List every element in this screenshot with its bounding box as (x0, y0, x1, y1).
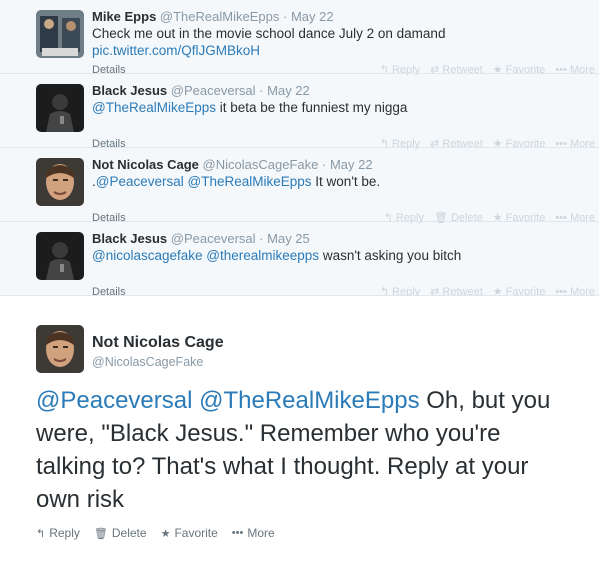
avatar[interactable] (36, 158, 84, 206)
mention-link[interactable]: @Peaceversal (36, 387, 192, 414)
author-name[interactable]: Mike Epps (92, 9, 156, 24)
delete-label: Delete (111, 526, 147, 540)
pic-link[interactable]: pic.twitter.com/QflJGMBkoH (92, 43, 260, 58)
more-action[interactable]: ••• More (232, 526, 275, 540)
main-tweet: Not Nicolas Cage @NicolasCageFake @Peace… (0, 296, 599, 551)
tweet-date[interactable]: May 22 (267, 83, 310, 98)
reply-tweet-2[interactable]: Black Jesus @Peaceversal · May 22 @TheRe… (0, 74, 599, 150)
tweet-text-body: It won't be. (311, 174, 381, 189)
mention-link[interactable]: @nicolascagefake (92, 248, 203, 263)
tweet-text-body: Check me out in the movie school dance J… (92, 26, 446, 41)
author-handle[interactable]: @NicolasCageFake (203, 157, 319, 172)
conversation-thread: Mike Epps @TheRealMikeEpps · May 22 Chec… (0, 0, 599, 298)
reply-tweet-3[interactable]: Not Nicolas Cage @NicolasCageFake · May … (0, 148, 599, 224)
delete-action[interactable]: 🗑 Delete (94, 526, 147, 540)
avatar[interactable] (36, 84, 84, 132)
author-handle[interactable]: @Peaceversal (171, 231, 256, 246)
separator-dot: · (282, 9, 288, 24)
tweet-text-body: wasn't asking you bitch (319, 248, 462, 263)
reply-action[interactable]: ↰ Reply (36, 526, 80, 540)
tweet-text: .@Peaceversal @TheRealMikeEpps It won't … (92, 173, 587, 190)
mention-link[interactable]: @TheRealMikeEpps (92, 100, 216, 115)
tweet-text: @Peaceversal @TheRealMikeEpps Oh, but yo… (36, 384, 576, 516)
author-name[interactable]: Black Jesus (92, 83, 167, 98)
mention-link[interactable]: @TheRealMikeEpps (188, 174, 312, 189)
mention-link[interactable]: @TheRealMikeEpps (199, 387, 419, 414)
author-name[interactable]: Not Nicolas Cage (92, 334, 224, 352)
tweet-date[interactable]: May 22 (291, 9, 334, 24)
favorite-icon: ★ (160, 527, 171, 540)
reply-tweet-4[interactable]: Black Jesus @Peaceversal · May 25 @nicol… (0, 222, 599, 298)
author-handle[interactable]: @Peaceversal (171, 83, 256, 98)
separator-dot: · (259, 231, 264, 246)
tweet-text: @nicolascagefake @therealmikeepps wasn't… (92, 247, 587, 264)
mention-link[interactable]: @Peaceversal (96, 174, 184, 189)
avatar[interactable] (36, 325, 84, 373)
delete-icon: 🗑 (93, 527, 108, 540)
author-name[interactable]: Not Nicolas Cage (92, 157, 199, 172)
favorite-label: Favorite (174, 526, 218, 540)
author-handle[interactable]: @NicolasCageFake (92, 355, 203, 369)
tweet-date[interactable]: May 25 (267, 231, 310, 246)
tweet-text: @TheRealMikeEpps it beta be the funniest… (92, 99, 587, 116)
tweet-text-body: it beta be the funniest my nigga (216, 100, 408, 115)
reply-tweet-1[interactable]: Mike Epps @TheRealMikeEpps · May 22 Chec… (0, 0, 599, 76)
avatar[interactable] (36, 10, 84, 58)
author-name[interactable]: Black Jesus (92, 231, 167, 246)
tweet-actions: ↰ Reply 🗑 Delete ★ Favorite ••• More (36, 526, 275, 540)
separator-dot: · (259, 83, 264, 98)
more-label: More (247, 526, 275, 540)
favorite-action[interactable]: ★ Favorite (161, 526, 218, 540)
avatar[interactable] (36, 232, 84, 280)
reply-label: Reply (49, 526, 80, 540)
more-icon: ••• (231, 527, 244, 539)
separator-dot: · (321, 157, 327, 172)
reply-icon: ↰ (36, 527, 46, 540)
tweet-text: Check me out in the movie school dance J… (92, 25, 587, 59)
tweet-date[interactable]: May 22 (330, 157, 373, 172)
author-handle[interactable]: @TheRealMikeEpps (160, 9, 279, 24)
mention-link[interactable]: @therealmikeepps (206, 248, 319, 263)
